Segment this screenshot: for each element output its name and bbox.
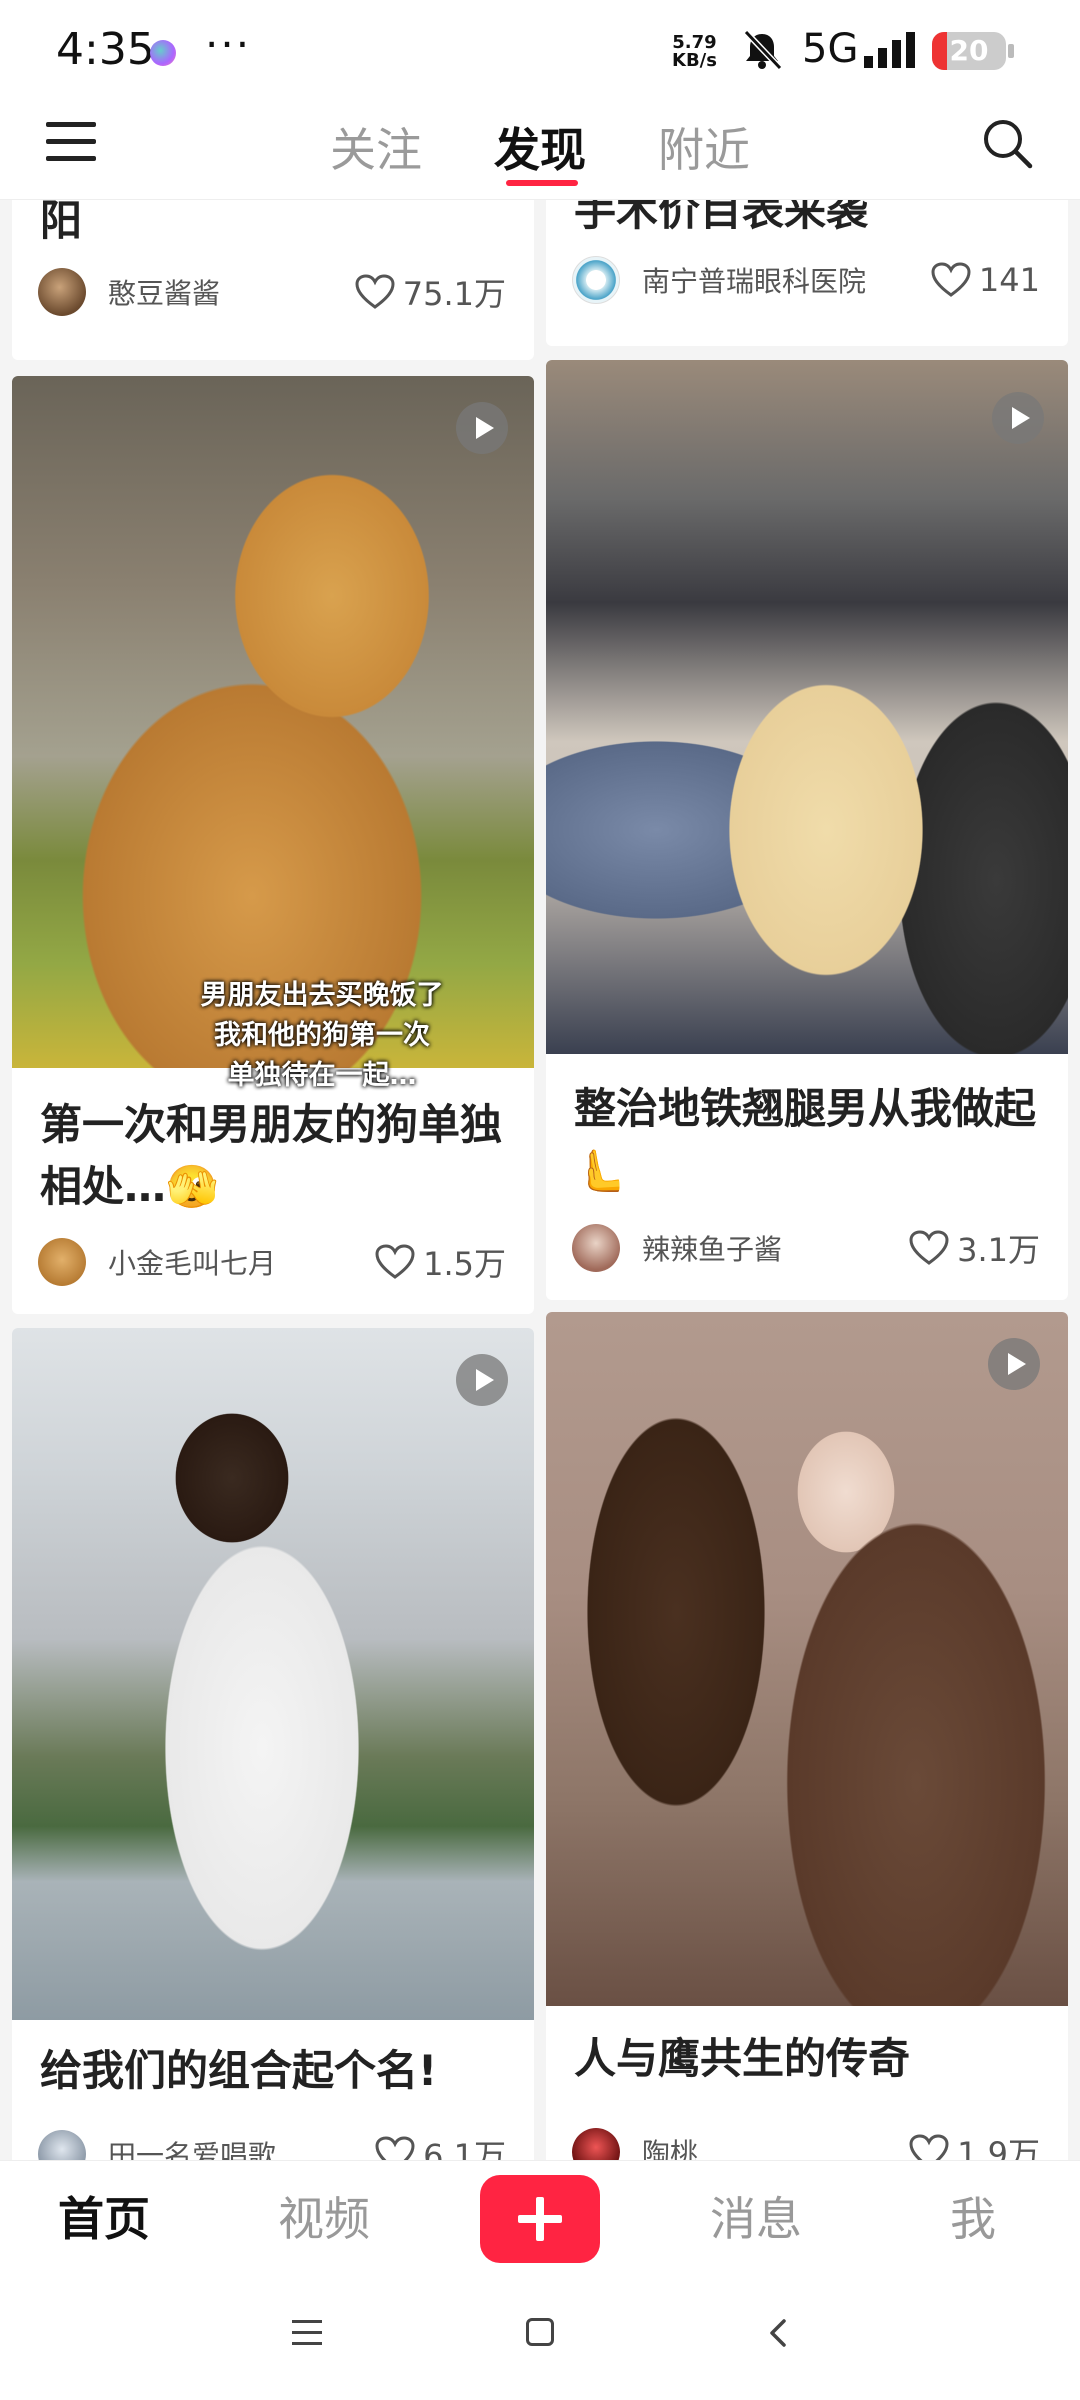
status-bar: 4:35 ··· 5.79 KB/s 5G 20: [0, 0, 1080, 100]
battery-cap: [1008, 44, 1014, 58]
feed-card[interactable]: 给我们的组合起个名! 田一名爱唱歌 6.1万: [12, 1328, 534, 2160]
app-notification-icon: [150, 40, 176, 66]
tab-home[interactable]: 首页: [58, 2183, 150, 2249]
like-count: 3.1万: [957, 1231, 1040, 1269]
heart-icon: [909, 2134, 949, 2160]
like-count: 1.9万: [957, 2135, 1040, 2160]
active-tab-indicator: [506, 180, 578, 186]
like-count: 141: [978, 261, 1040, 299]
system-navigation-bar: [0, 2272, 1080, 2400]
like-count: 75.1万: [402, 275, 506, 313]
card-author[interactable]: 田一名爱唱歌: [38, 2128, 276, 2160]
card-title: 第一次和男朋友的狗单独相处…🫣: [40, 1100, 503, 1211]
more-notifications-icon: ···: [205, 20, 252, 69]
bottom-tab-bar: 首页 视频 消息 我: [0, 2160, 1080, 2272]
discover-feed[interactable]: 阳 憨豆酱酱 75.1万 手术价目表来袭 南宁普瑞眼科医院 141 男朋友出去买…: [0, 200, 1080, 2160]
network-speed-unit: KB/s: [672, 50, 717, 71]
avatar: [38, 2130, 86, 2160]
network-speed: 5.79 KB/s: [672, 34, 717, 70]
tab-messages[interactable]: 消息: [710, 2183, 802, 2249]
feed-card[interactable]: 男朋友出去买晚饭了 我和他的狗第一次 单独待在一起… 第一次和男朋友的狗单独相处…: [12, 376, 534, 1314]
search-icon[interactable]: [980, 116, 1034, 170]
tab-me[interactable]: 我: [950, 2183, 996, 2249]
heart-icon: [355, 274, 395, 309]
card-title: 整治地铁翘腿男从我做起🫷: [574, 1084, 1037, 1195]
avatar: [38, 268, 86, 316]
like-button[interactable]: 141: [931, 254, 1040, 306]
card-author[interactable]: 小金毛叫七月: [38, 1236, 276, 1288]
like-button[interactable]: 3.1万: [909, 1222, 1040, 1274]
avatar: [572, 1224, 620, 1272]
create-post-button[interactable]: [480, 2175, 600, 2263]
card-title: 人与鹰共生的传奇: [574, 2034, 911, 2083]
avatar: [572, 2128, 620, 2160]
status-time: 4:35: [56, 24, 155, 75]
feed-card[interactable]: 阳 憨豆酱酱 75.1万: [12, 200, 534, 360]
video-caption: 男朋友出去买晚饭了 我和他的狗第一次 单独待在一起…: [200, 980, 444, 1091]
feed-card[interactable]: 手术价目表来袭 南宁普瑞眼科医院 141: [546, 200, 1068, 346]
heart-icon: [909, 1230, 949, 1265]
author-name: 辣辣鱼子酱: [642, 1233, 783, 1266]
heart-icon: [375, 1244, 415, 1279]
tab-nearby[interactable]: 附近: [658, 114, 750, 180]
like-button[interactable]: 75.1万: [355, 266, 506, 318]
feed-card[interactable]: 人与鹰共生的传奇 陶桃 1.9万: [546, 1312, 1068, 2160]
video-play-icon: [988, 1338, 1040, 1390]
author-name: 小金毛叫七月: [108, 1247, 277, 1280]
signal-strength-icon: [864, 32, 915, 68]
heart-icon: [931, 262, 971, 297]
recent-apps-icon[interactable]: [292, 2320, 322, 2346]
author-name: 田一名爱唱歌: [108, 2139, 277, 2160]
author-name: 南宁普瑞眼科医院: [642, 265, 867, 298]
battery-indicator: 20: [932, 32, 1006, 70]
video-play-icon: [456, 402, 508, 454]
tab-video[interactable]: 视频: [278, 2183, 370, 2249]
author-name: 憨豆酱酱: [108, 277, 221, 310]
tab-following[interactable]: 关注: [330, 114, 422, 180]
card-author[interactable]: 陶桃: [572, 2126, 698, 2160]
network-type: 5G: [802, 26, 859, 72]
author-name: 陶桃: [642, 2137, 699, 2160]
video-play-icon: [456, 1354, 508, 1406]
card-image: [546, 1312, 1068, 2006]
card-image: [546, 360, 1068, 1054]
card-title: 阳: [40, 200, 83, 245]
card-author[interactable]: 南宁普瑞眼科医院: [572, 254, 866, 306]
battery-level: 20: [949, 34, 989, 67]
card-author[interactable]: 憨豆酱酱: [38, 266, 220, 318]
feed-card[interactable]: 整治地铁翘腿男从我做起🫷 辣辣鱼子酱 3.1万: [546, 360, 1068, 1300]
card-title: 手术价目表来袭: [574, 200, 869, 235]
card-title: 给我们的组合起个名!: [40, 2046, 438, 2095]
card-author[interactable]: 辣辣鱼子酱: [572, 1222, 782, 1274]
like-button[interactable]: 6.1万: [375, 2128, 506, 2160]
video-play-icon: [992, 392, 1044, 444]
home-icon[interactable]: [526, 2318, 554, 2346]
card-image: 男朋友出去买晚饭了 我和他的狗第一次 单独待在一起…: [12, 376, 534, 1091]
menu-icon[interactable]: [46, 122, 96, 166]
card-image: [12, 1328, 534, 2020]
like-button[interactable]: 1.9万: [909, 2126, 1040, 2160]
like-count: 1.5万: [423, 1245, 506, 1283]
avatar: [38, 1238, 86, 1286]
tab-discover[interactable]: 发现: [494, 114, 586, 180]
top-nav: 关注 发现 附近: [0, 100, 1080, 200]
back-icon[interactable]: [766, 2318, 790, 2348]
heart-icon: [375, 2136, 415, 2160]
mute-bell-icon: [743, 29, 783, 71]
avatar: [572, 256, 620, 304]
like-count: 6.1万: [423, 2137, 506, 2160]
like-button[interactable]: 1.5万: [375, 1236, 506, 1288]
